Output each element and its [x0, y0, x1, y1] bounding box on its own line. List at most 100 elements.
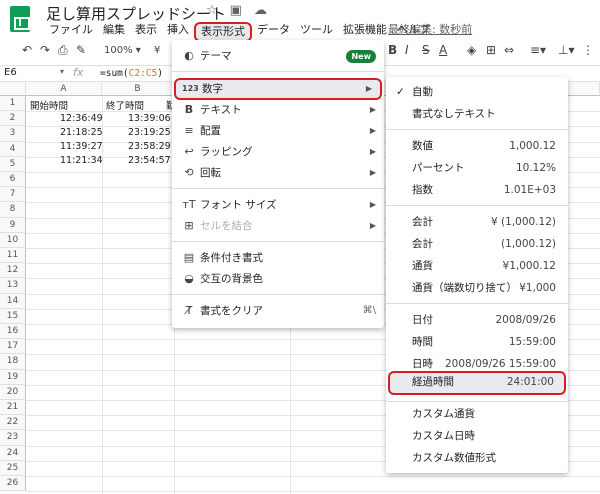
last-edit-link[interactable]: 最終編集: 数秒前: [388, 22, 472, 38]
horizontal-align-icon[interactable]: ≡▾: [530, 43, 546, 57]
redo-icon[interactable]: ↷: [40, 43, 50, 57]
number-format-percent[interactable]: パーセント 10.12%: [386, 157, 568, 179]
row-header[interactable]: 24: [0, 445, 26, 461]
row-header[interactable]: 1: [0, 96, 26, 112]
name-box-dropdown-icon[interactable]: ▾: [60, 67, 64, 76]
cell-b3[interactable]: 23:19:25: [128, 127, 171, 138]
row-header[interactable]: 18: [0, 354, 26, 370]
format-menu-clear-formatting[interactable]: T̸ 書式をクリア ⌘\: [172, 301, 384, 321]
number-format-currency[interactable]: 通貨 ¥1,000.12: [386, 255, 568, 277]
menu-tools[interactable]: ツール: [295, 22, 338, 42]
row-header[interactable]: 10: [0, 232, 26, 248]
format-menu-text[interactable]: B テキスト ▶: [172, 100, 384, 120]
document-title[interactable]: 足し算用スプレッドシート: [46, 3, 226, 24]
cell-a5[interactable]: 11:21:34: [60, 155, 103, 166]
bold-icon[interactable]: B: [388, 43, 397, 57]
cell-a2[interactable]: 12:36:49: [60, 113, 103, 124]
row-header[interactable]: 26: [0, 476, 26, 492]
sheets-logo[interactable]: [10, 6, 30, 32]
row-header[interactable]: 14: [0, 293, 26, 309]
row-header[interactable]: 8: [0, 202, 26, 218]
row-header[interactable]: 25: [0, 460, 26, 476]
row-header[interactable]: 16: [0, 324, 26, 340]
vertical-align-icon[interactable]: ⊥▾: [558, 43, 574, 57]
number-format-currency-rounded[interactable]: 通貨（端数切り捨て） ¥1,000: [386, 277, 568, 299]
row-header[interactable]: 23: [0, 430, 26, 446]
zoom-select[interactable]: 100% ▾: [104, 45, 141, 56]
row-header[interactable]: 22: [0, 415, 26, 431]
format-menu-font-size[interactable]: ᴛT フォント サイズ ▶: [172, 195, 384, 215]
number-format-date[interactable]: 日付 2008/09/26: [386, 309, 568, 331]
format-menu-theme[interactable]: ◐ テーマ New: [172, 46, 384, 66]
number-format-time[interactable]: 時間 15:59:00: [386, 331, 568, 353]
move-folder-icon[interactable]: ▣: [230, 3, 242, 18]
format-menu-number[interactable]: 123 数字 ▶: [174, 78, 382, 100]
merge-cells-icon[interactable]: ⇔: [504, 43, 514, 57]
row-header[interactable]: 15: [0, 308, 26, 324]
cell-b2[interactable]: 13:39:06: [128, 113, 171, 124]
number-format-custom-currency[interactable]: カスタム通貨: [386, 403, 568, 425]
number-format-financial[interactable]: 会計 (1,000.12): [386, 233, 568, 255]
column-header-a[interactable]: A: [26, 82, 102, 96]
star-icon[interactable]: ☆: [206, 3, 218, 18]
row-header[interactable]: 12: [0, 263, 26, 279]
row-header[interactable]: 3: [0, 126, 26, 142]
row-header[interactable]: 6: [0, 172, 26, 188]
paint-format-icon[interactable]: ✎: [76, 43, 86, 57]
row-header[interactable]: 17: [0, 339, 26, 355]
number-format-custom-datetime[interactable]: カスタム日時: [386, 425, 568, 447]
fill-color-icon[interactable]: ◈: [467, 43, 476, 57]
123-icon: 123: [182, 84, 199, 93]
menu-edit[interactable]: 編集: [98, 22, 130, 42]
menu-bar: ファイル 編集 表示 挿入 表示形式 データ ツール 拡張機能 ヘルプ: [44, 22, 435, 42]
menu-item-label: 通貨: [412, 260, 433, 272]
italic-icon[interactable]: I: [405, 43, 409, 57]
row-header[interactable]: 20: [0, 384, 26, 400]
number-format-number[interactable]: 数値 1,000.12: [386, 135, 568, 157]
row-header[interactable]: 21: [0, 400, 26, 416]
column-header-b[interactable]: B: [102, 82, 174, 96]
menu-extensions[interactable]: 拡張機能: [338, 22, 392, 42]
cell-b5[interactable]: 23:54:57: [128, 155, 171, 166]
format-menu-alternating-colors[interactable]: ◒ 交互の背景色: [172, 269, 384, 289]
menu-data[interactable]: データ: [252, 22, 295, 42]
menu-view[interactable]: 表示: [130, 22, 162, 42]
select-all-corner[interactable]: [0, 82, 26, 96]
cell-a3[interactable]: 21:18:25: [60, 127, 103, 138]
number-format-automatic[interactable]: ✓ 自動: [386, 81, 568, 103]
cloud-status-icon[interactable]: ☁: [254, 3, 267, 18]
more-icon[interactable]: ⋮: [582, 43, 594, 57]
number-format-plain-text[interactable]: 書式なしテキスト: [386, 103, 568, 125]
row-header[interactable]: 4: [0, 141, 26, 157]
borders-icon[interactable]: ⊞: [486, 43, 496, 57]
strikethrough-icon[interactable]: S: [422, 43, 430, 57]
undo-icon[interactable]: ↶: [22, 43, 32, 57]
number-format-accounting[interactable]: 会計 ¥ (1,000.12): [386, 211, 568, 233]
format-menu-conditional-formatting[interactable]: ▤ 条件付き書式: [172, 248, 384, 268]
row-header[interactable]: 19: [0, 369, 26, 385]
format-menu-rotation[interactable]: ⟲ 回転 ▶: [172, 163, 384, 183]
row-header[interactable]: 7: [0, 187, 26, 203]
number-format-custom-number[interactable]: カスタム数値形式: [386, 447, 568, 469]
menu-file[interactable]: ファイル: [44, 22, 98, 42]
text-color-icon[interactable]: A: [439, 43, 447, 57]
row-header[interactable]: 5: [0, 156, 26, 172]
row-header[interactable]: 13: [0, 278, 26, 294]
number-format-scientific[interactable]: 指数 1.01E+03: [386, 179, 568, 201]
cell-a1[interactable]: 開始時間: [30, 98, 68, 112]
name-box[interactable]: E6: [4, 67, 17, 78]
print-icon[interactable]: ⎙: [58, 43, 68, 58]
format-menu-alignment[interactable]: ≡ 配置 ▶: [172, 121, 384, 141]
cell-b1[interactable]: 終了時間: [106, 98, 144, 112]
currency-format-button[interactable]: ¥: [154, 45, 160, 56]
row-header[interactable]: 11: [0, 248, 26, 264]
format-menu-wrapping[interactable]: ↩ ラッピング ▶: [172, 142, 384, 162]
formula-input[interactable]: =sum(C2:C5): [100, 68, 163, 79]
cell-a4[interactable]: 11:39:27: [60, 141, 103, 152]
row-header[interactable]: 9: [0, 217, 26, 233]
menu-insert[interactable]: 挿入: [162, 22, 194, 42]
row-header[interactable]: 2: [0, 111, 26, 127]
cell-b4[interactable]: 23:58:29: [128, 141, 171, 152]
number-format-duration[interactable]: 経過時間 24:01:00: [388, 371, 566, 395]
menu-format[interactable]: 表示形式: [194, 22, 252, 42]
